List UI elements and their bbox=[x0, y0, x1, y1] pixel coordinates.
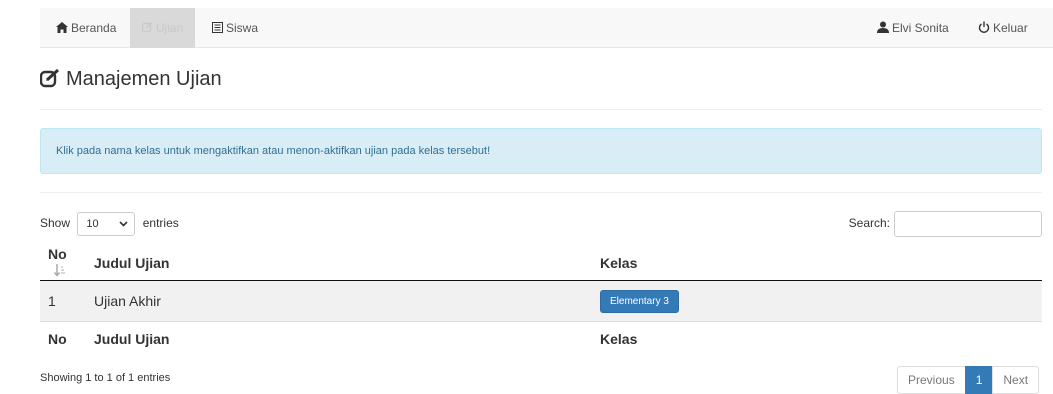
nav-item-ujian[interactable]: Ujian bbox=[130, 8, 195, 48]
nav-item-beranda[interactable]: Beranda bbox=[56, 8, 116, 48]
nav-user[interactable]: Elvi Sonita bbox=[877, 8, 949, 48]
logout-link[interactable]: Keluar bbox=[978, 8, 1028, 48]
nav-item-label: Beranda bbox=[71, 21, 117, 35]
chevron-down-icon bbox=[119, 213, 128, 243]
nav-item-siswa[interactable]: Siswa bbox=[212, 8, 258, 48]
nav-item-label: Siswa bbox=[226, 21, 259, 35]
show-label: Show bbox=[40, 216, 71, 230]
search-label: Search: bbox=[848, 216, 890, 230]
kelas-toggle-button[interactable]: Elementary 3 bbox=[600, 289, 679, 313]
footer-header-judul: Judul Ujian bbox=[86, 321, 592, 356]
page-length-select[interactable]: 10 bbox=[77, 211, 136, 236]
cell-kelas: Elementary 3 bbox=[592, 280, 1042, 322]
entries-label: entries bbox=[142, 216, 179, 230]
sort-ascending-icon bbox=[53, 264, 66, 280]
divider bbox=[40, 192, 1042, 193]
table-info: Showing 1 to 1 of 1 entries bbox=[40, 372, 171, 384]
table-header-row: No Judul Ujian Kelas bbox=[40, 246, 1042, 281]
footer-header-kelas: Kelas bbox=[592, 321, 1042, 356]
search-control: Search: bbox=[848, 210, 1042, 237]
edit-icon bbox=[39, 68, 60, 88]
logout-label: Keluar bbox=[993, 21, 1028, 35]
cell-judul: Ujian Akhir bbox=[86, 280, 592, 322]
info-alert: Klik pada nama kelas untuk mengaktifkan … bbox=[40, 128, 1042, 174]
column-header-kelas[interactable]: Kelas bbox=[592, 246, 1042, 281]
user-name: Elvi Sonita bbox=[892, 21, 949, 35]
column-header-no[interactable]: No bbox=[40, 246, 86, 281]
divider bbox=[40, 109, 1042, 110]
page-length-control: Show 10 entries bbox=[40, 210, 179, 236]
nav-item-label: Ujian bbox=[155, 21, 184, 35]
exam-table: No Judul Ujian Kelas 1 Ujian Akhir Eleme… bbox=[40, 246, 1042, 356]
pagination: Previous 1 Next bbox=[897, 366, 1040, 394]
column-header-judul[interactable]: Judul Ujian bbox=[86, 246, 592, 281]
top-navbar: Beranda Ujian Siswa Elvi Sonita Keluar bbox=[40, 8, 1053, 48]
page-length-value: 10 bbox=[86, 217, 99, 230]
page-title: Manajemen Ujian bbox=[39, 68, 222, 91]
alert-text: Klik pada nama kelas untuk mengaktifkan … bbox=[56, 145, 491, 157]
table-row: 1 Ujian Akhir Elementary 3 bbox=[40, 280, 1042, 322]
page-title-text: Manajemen Ujian bbox=[66, 68, 222, 90]
footer-header-no: No bbox=[40, 321, 86, 356]
edit-icon bbox=[141, 9, 153, 49]
home-icon bbox=[56, 9, 68, 49]
table-footer-row: No Judul Ujian Kelas bbox=[40, 321, 1042, 356]
list-icon bbox=[212, 9, 223, 49]
user-icon bbox=[877, 9, 889, 49]
cell-no: 1 bbox=[40, 280, 86, 322]
search-input[interactable] bbox=[894, 210, 1042, 237]
power-icon bbox=[978, 9, 990, 49]
